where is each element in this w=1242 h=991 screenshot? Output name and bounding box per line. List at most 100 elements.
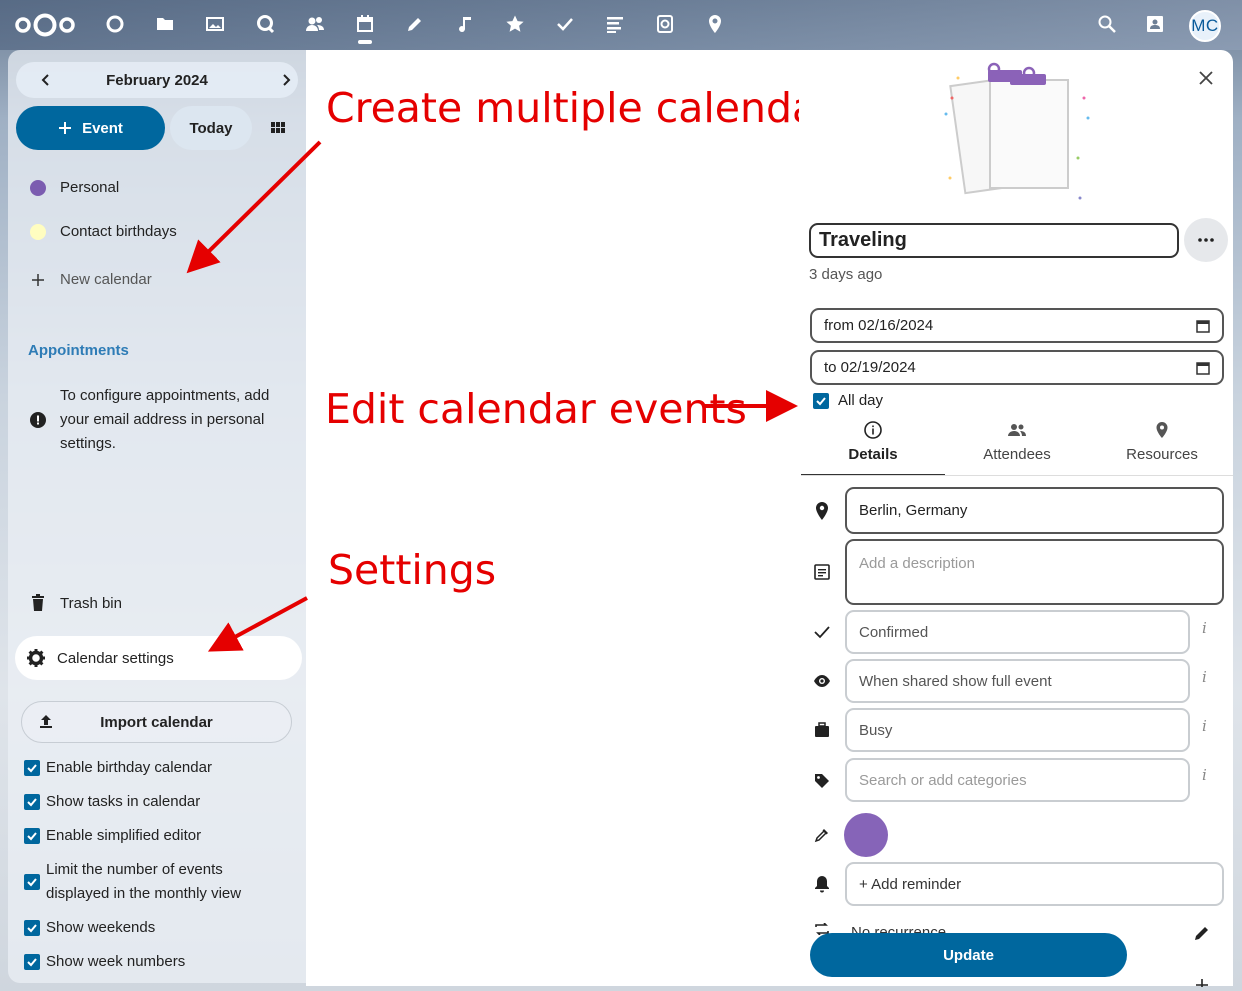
option-simplified-editor[interactable]: Enable simplified editor — [24, 824, 201, 848]
event-title-input[interactable]: Traveling — [809, 223, 1179, 258]
from-date-value: from 02/16/2024 — [824, 317, 934, 334]
new-event-label: Event — [82, 119, 123, 137]
appointments-heading[interactable]: Appointments — [28, 342, 129, 359]
info-icon[interactable]: i — [1202, 766, 1207, 784]
status-select[interactable]: Confirmed — [845, 610, 1190, 654]
chevron-right-icon[interactable] — [276, 70, 296, 90]
all-day-checkbox-row[interactable]: All day — [813, 392, 883, 409]
import-calendar-label: Import calendar — [100, 713, 213, 731]
checkbox-checked[interactable] — [24, 760, 40, 776]
new-event-button[interactable]: Event — [16, 106, 165, 150]
add-reminder-button[interactable]: + Add reminder — [845, 862, 1224, 906]
to-date-field[interactable]: to 02/19/2024 — [810, 350, 1224, 385]
availability-select[interactable]: Busy — [845, 708, 1190, 752]
calendar-color-dot — [30, 223, 46, 240]
tab-details[interactable]: Details — [801, 420, 945, 476]
user-avatar[interactable]: MC — [1189, 10, 1221, 42]
search-icon[interactable] — [1096, 13, 1118, 35]
info-icon[interactable]: i — [1202, 619, 1207, 637]
music-icon[interactable] — [454, 13, 476, 35]
bell-icon — [812, 874, 832, 894]
info-icon[interactable]: i — [1202, 668, 1207, 686]
calendar-icon[interactable] — [354, 13, 376, 35]
active-app-indicator — [358, 40, 372, 44]
checkbox-checked[interactable] — [24, 828, 40, 844]
dashboard-icon[interactable] — [104, 13, 126, 35]
checkbox-checked[interactable] — [24, 954, 40, 970]
event-title-value: Traveling — [819, 229, 907, 251]
tab-label: Attendees — [983, 446, 1051, 463]
map-pin-icon[interactable] — [704, 13, 726, 35]
add-reminder-label: + Add reminder — [859, 875, 962, 893]
calendar-item-contact-birthdays[interactable]: Contact birthdays — [30, 223, 177, 240]
briefcase-icon — [812, 720, 832, 740]
current-month-label[interactable]: February 2024 — [106, 72, 208, 89]
access-class-value: When shared show full event — [859, 672, 1052, 690]
checkbox-checked[interactable] — [24, 920, 40, 936]
upload-icon — [40, 715, 52, 728]
month-navigator: February 2024 — [16, 62, 298, 98]
close-icon[interactable] — [1198, 70, 1214, 86]
tab-label: Details — [848, 446, 898, 463]
update-button[interactable]: Update — [810, 933, 1127, 977]
info-icon[interactable]: i — [1202, 717, 1207, 735]
import-calendar-button[interactable]: Import calendar — [21, 701, 292, 743]
categories-input[interactable]: Search or add categories — [845, 758, 1190, 802]
tasks-check-icon[interactable] — [554, 13, 576, 35]
top-bar: MC — [0, 0, 1242, 50]
calendar-settings-label: Calendar settings — [57, 649, 174, 667]
contacts-menu-icon[interactable] — [1144, 13, 1166, 35]
new-calendar-label: New calendar — [60, 271, 152, 288]
plus-icon[interactable] — [1195, 977, 1209, 987]
trash-icon — [32, 594, 44, 611]
location-pin-icon — [812, 501, 832, 521]
access-class-select[interactable]: When shared show full event — [845, 659, 1190, 703]
photos-icon[interactable] — [204, 13, 226, 35]
option-show-tasks[interactable]: Show tasks in calendar — [24, 790, 200, 814]
all-day-checkbox[interactable] — [813, 392, 829, 409]
option-label: Enable birthday calendar — [46, 759, 212, 776]
pencil-icon[interactable] — [1193, 924, 1211, 942]
from-date-field[interactable]: from 02/16/2024 — [810, 308, 1224, 343]
description-textarea[interactable]: Add a description — [845, 539, 1224, 605]
calendar-settings-button[interactable]: Calendar settings — [15, 636, 302, 680]
appointments-info-text: To configure appointments, add your emai… — [60, 387, 270, 452]
view-grid-icon[interactable] — [270, 120, 286, 136]
option-limit-events[interactable]: Limit the number of events displayed in … — [24, 858, 254, 906]
option-show-weekends[interactable]: Show weekends — [24, 916, 155, 940]
location-input[interactable]: Berlin, Germany — [845, 487, 1224, 534]
eyedropper-icon — [812, 825, 832, 845]
alert-circle-icon — [30, 412, 46, 428]
deck-icon[interactable] — [654, 13, 676, 35]
plus-icon — [32, 273, 44, 286]
checkbox-checked[interactable] — [24, 794, 40, 810]
more-actions-button[interactable] — [1184, 218, 1228, 262]
chevron-left-icon[interactable] — [36, 70, 56, 90]
new-calendar-button[interactable]: New calendar — [30, 271, 152, 288]
today-button[interactable]: Today — [170, 106, 252, 150]
checkbox-checked[interactable] — [24, 874, 40, 890]
calendar-item-personal[interactable]: Personal — [30, 179, 119, 196]
files-icon[interactable] — [154, 13, 176, 35]
calendar-sidebar: February 2024 Event Today Personal Conta… — [8, 50, 306, 983]
tab-attendees[interactable]: Attendees — [945, 420, 1089, 476]
tab-resources[interactable]: Resources — [1090, 420, 1234, 476]
contacts-icon[interactable] — [304, 13, 326, 35]
talk-icon[interactable] — [254, 13, 276, 35]
star-icon[interactable] — [504, 13, 526, 35]
calendar-picker-icon[interactable] — [1196, 361, 1210, 375]
status-value: Confirmed — [859, 623, 929, 641]
notes-icon[interactable] — [404, 13, 426, 35]
nextcloud-logo[interactable] — [14, 11, 76, 39]
annotation-multiple-calendars: Create multiple calendars — [326, 84, 856, 132]
all-day-label: All day — [838, 392, 884, 409]
calendar-picker-icon[interactable] — [1196, 319, 1210, 333]
clipboard-illustration-icon — [944, 62, 1090, 200]
check-icon — [812, 622, 832, 642]
option-enable-birthday-calendar[interactable]: Enable birthday calendar — [24, 756, 212, 780]
tab-label: Resources — [1126, 446, 1198, 463]
option-show-week-numbers[interactable]: Show week numbers — [24, 950, 185, 974]
trash-bin-item[interactable]: Trash bin — [30, 594, 122, 612]
event-color-swatch[interactable] — [844, 813, 888, 857]
text-lines-icon[interactable] — [604, 13, 626, 35]
